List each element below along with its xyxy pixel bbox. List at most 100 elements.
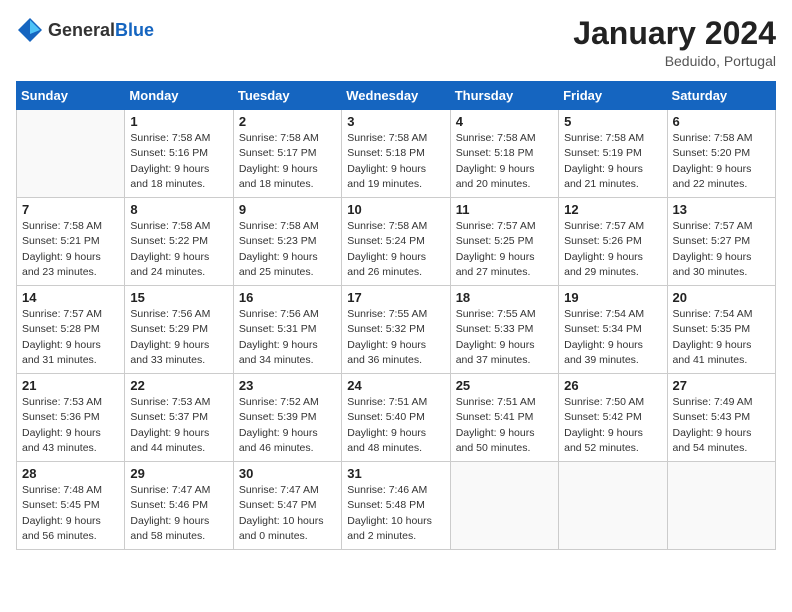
table-row: 23 Sunrise: 7:52 AM Sunset: 5:39 PM Dayli…	[233, 374, 341, 462]
day-number: 11	[456, 202, 553, 217]
table-row	[559, 462, 667, 550]
table-row: 11 Sunrise: 7:57 AM Sunset: 5:25 PM Dayli…	[450, 198, 558, 286]
day-info: Sunrise: 7:49 AM Sunset: 5:43 PM Dayligh…	[673, 395, 770, 456]
month-title: January 2024	[573, 16, 776, 51]
day-info: Sunrise: 7:51 AM Sunset: 5:41 PM Dayligh…	[456, 395, 553, 456]
day-info: Sunrise: 7:52 AM Sunset: 5:39 PM Dayligh…	[239, 395, 336, 456]
day-number: 21	[22, 378, 119, 393]
table-row: 18 Sunrise: 7:55 AM Sunset: 5:33 PM Dayli…	[450, 286, 558, 374]
logo: GeneralBlue	[16, 16, 154, 44]
col-tuesday: Tuesday	[233, 82, 341, 110]
day-info: Sunrise: 7:58 AM Sunset: 5:17 PM Dayligh…	[239, 131, 336, 192]
table-row: 13 Sunrise: 7:57 AM Sunset: 5:27 PM Dayli…	[667, 198, 775, 286]
table-row: 6 Sunrise: 7:58 AM Sunset: 5:20 PM Daylig…	[667, 110, 775, 198]
day-number: 29	[130, 466, 227, 481]
day-number: 30	[239, 466, 336, 481]
table-row: 27 Sunrise: 7:49 AM Sunset: 5:43 PM Dayli…	[667, 374, 775, 462]
day-info: Sunrise: 7:56 AM Sunset: 5:29 PM Dayligh…	[130, 307, 227, 368]
day-number: 28	[22, 466, 119, 481]
day-number: 25	[456, 378, 553, 393]
day-info: Sunrise: 7:58 AM Sunset: 5:24 PM Dayligh…	[347, 219, 444, 280]
day-number: 1	[130, 114, 227, 129]
day-info: Sunrise: 7:58 AM Sunset: 5:16 PM Dayligh…	[130, 131, 227, 192]
col-sunday: Sunday	[17, 82, 125, 110]
day-info: Sunrise: 7:57 AM Sunset: 5:26 PM Dayligh…	[564, 219, 661, 280]
day-number: 17	[347, 290, 444, 305]
calendar-week-row: 21Sunrise: 7:53 AM Sunset: 5:36 PM Dayli…	[17, 374, 776, 462]
table-row: 10 Sunrise: 7:58 AM Sunset: 5:24 PM Dayli…	[342, 198, 450, 286]
page-header: GeneralBlue January 2024 Beduido, Portug…	[16, 16, 776, 69]
day-number: 26	[564, 378, 661, 393]
day-number: 3	[347, 114, 444, 129]
day-info: Sunrise: 7:57 AM Sunset: 5:28 PM Dayligh…	[22, 307, 119, 368]
day-number: 27	[673, 378, 770, 393]
day-number: 19	[564, 290, 661, 305]
day-number: 18	[456, 290, 553, 305]
calendar-week-row: 28Sunrise: 7:48 AM Sunset: 5:45 PM Dayli…	[17, 462, 776, 550]
day-info: Sunrise: 7:58 AM Sunset: 5:18 PM Dayligh…	[347, 131, 444, 192]
day-info: Sunrise: 7:58 AM Sunset: 5:19 PM Dayligh…	[564, 131, 661, 192]
table-row: 12 Sunrise: 7:57 AM Sunset: 5:26 PM Dayli…	[559, 198, 667, 286]
day-info: Sunrise: 7:47 AM Sunset: 5:46 PM Dayligh…	[130, 483, 227, 544]
calendar-week-row: 7 Sunrise: 7:58 AM Sunset: 5:21 PM Daylig…	[17, 198, 776, 286]
day-info: Sunrise: 7:54 AM Sunset: 5:35 PM Dayligh…	[673, 307, 770, 368]
logo-general: General	[48, 20, 115, 40]
day-info: Sunrise: 7:57 AM Sunset: 5:27 PM Dayligh…	[673, 219, 770, 280]
calendar-header-row: Sunday Monday Tuesday Wednesday Thursday…	[17, 82, 776, 110]
day-number: 4	[456, 114, 553, 129]
col-saturday: Saturday	[667, 82, 775, 110]
day-number: 10	[347, 202, 444, 217]
table-row: 30 Sunrise: 7:47 AM Sunset: 5:47 PM Dayli…	[233, 462, 341, 550]
calendar-week-row: 1 Sunrise: 7:58 AM Sunset: 5:16 PM Daylig…	[17, 110, 776, 198]
day-number: 22	[130, 378, 227, 393]
day-number: 6	[673, 114, 770, 129]
table-row: 24Sunrise: 7:51 AM Sunset: 5:40 PM Dayli…	[342, 374, 450, 462]
day-info: Sunrise: 7:47 AM Sunset: 5:47 PM Dayligh…	[239, 483, 336, 544]
table-row: 15Sunrise: 7:56 AM Sunset: 5:29 PM Dayli…	[125, 286, 233, 374]
day-number: 7	[22, 202, 119, 217]
day-info: Sunrise: 7:46 AM Sunset: 5:48 PM Dayligh…	[347, 483, 444, 544]
table-row: 20 Sunrise: 7:54 AM Sunset: 5:35 PM Dayli…	[667, 286, 775, 374]
day-info: Sunrise: 7:56 AM Sunset: 5:31 PM Dayligh…	[239, 307, 336, 368]
table-row: 21Sunrise: 7:53 AM Sunset: 5:36 PM Dayli…	[17, 374, 125, 462]
table-row: 5 Sunrise: 7:58 AM Sunset: 5:19 PM Daylig…	[559, 110, 667, 198]
table-row: 16 Sunrise: 7:56 AM Sunset: 5:31 PM Dayli…	[233, 286, 341, 374]
table-row: 14Sunrise: 7:57 AM Sunset: 5:28 PM Dayli…	[17, 286, 125, 374]
table-row: 9Sunrise: 7:58 AM Sunset: 5:23 PM Daylig…	[233, 198, 341, 286]
day-info: Sunrise: 7:58 AM Sunset: 5:21 PM Dayligh…	[22, 219, 119, 280]
table-row: 31Sunrise: 7:46 AM Sunset: 5:48 PM Dayli…	[342, 462, 450, 550]
day-info: Sunrise: 7:51 AM Sunset: 5:40 PM Dayligh…	[347, 395, 444, 456]
table-row: 29 Sunrise: 7:47 AM Sunset: 5:46 PM Dayli…	[125, 462, 233, 550]
table-row: 7 Sunrise: 7:58 AM Sunset: 5:21 PM Daylig…	[17, 198, 125, 286]
day-number: 5	[564, 114, 661, 129]
table-row: 3 Sunrise: 7:58 AM Sunset: 5:18 PM Daylig…	[342, 110, 450, 198]
day-info: Sunrise: 7:55 AM Sunset: 5:33 PM Dayligh…	[456, 307, 553, 368]
day-number: 12	[564, 202, 661, 217]
day-number: 13	[673, 202, 770, 217]
day-number: 8	[130, 202, 227, 217]
table-row: 26 Sunrise: 7:50 AM Sunset: 5:42 PM Dayli…	[559, 374, 667, 462]
table-row	[450, 462, 558, 550]
day-info: Sunrise: 7:50 AM Sunset: 5:42 PM Dayligh…	[564, 395, 661, 456]
table-row	[667, 462, 775, 550]
title-area: January 2024 Beduido, Portugal	[573, 16, 776, 69]
day-info: Sunrise: 7:58 AM Sunset: 5:22 PM Dayligh…	[130, 219, 227, 280]
day-number: 23	[239, 378, 336, 393]
table-row: 8 Sunrise: 7:58 AM Sunset: 5:22 PM Daylig…	[125, 198, 233, 286]
day-number: 2	[239, 114, 336, 129]
table-row: 19Sunrise: 7:54 AM Sunset: 5:34 PM Dayli…	[559, 286, 667, 374]
table-row: 2 Sunrise: 7:58 AM Sunset: 5:17 PM Daylig…	[233, 110, 341, 198]
col-friday: Friday	[559, 82, 667, 110]
table-row: 22 Sunrise: 7:53 AM Sunset: 5:37 PM Dayli…	[125, 374, 233, 462]
day-number: 20	[673, 290, 770, 305]
table-row	[17, 110, 125, 198]
day-number: 16	[239, 290, 336, 305]
table-row: 4Sunrise: 7:58 AM Sunset: 5:18 PM Daylig…	[450, 110, 558, 198]
calendar-week-row: 14Sunrise: 7:57 AM Sunset: 5:28 PM Dayli…	[17, 286, 776, 374]
col-thursday: Thursday	[450, 82, 558, 110]
day-info: Sunrise: 7:58 AM Sunset: 5:20 PM Dayligh…	[673, 131, 770, 192]
location: Beduido, Portugal	[573, 53, 776, 69]
day-number: 9	[239, 202, 336, 217]
day-info: Sunrise: 7:57 AM Sunset: 5:25 PM Dayligh…	[456, 219, 553, 280]
day-info: Sunrise: 7:53 AM Sunset: 5:37 PM Dayligh…	[130, 395, 227, 456]
